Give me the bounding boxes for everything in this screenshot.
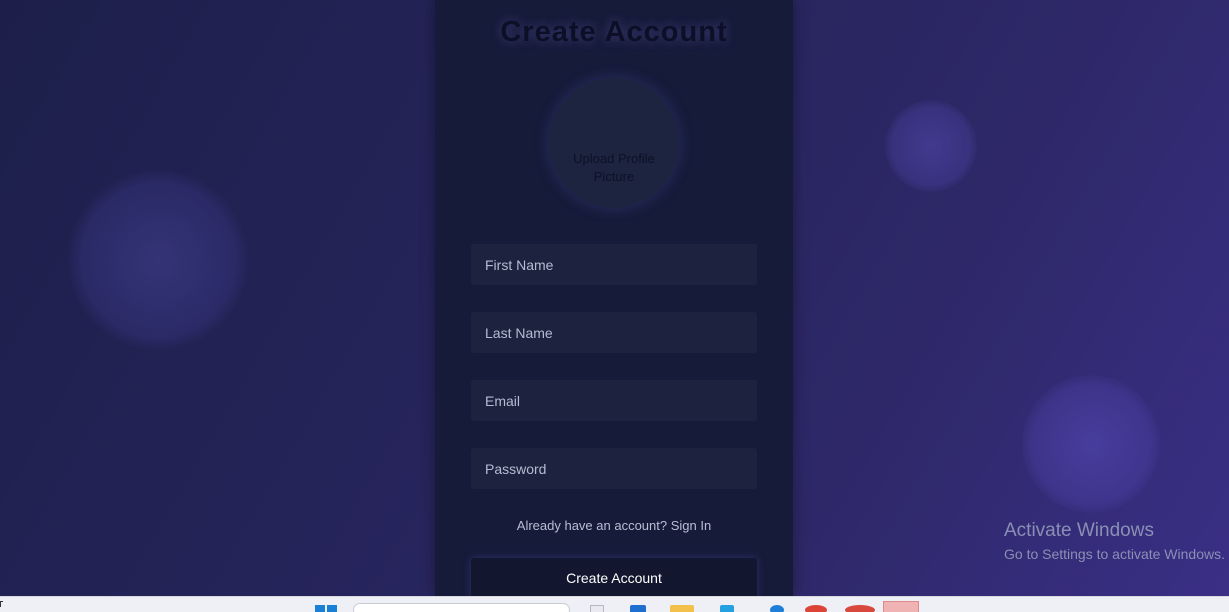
- file-explorer-icon[interactable]: [590, 605, 604, 612]
- signin-prompt-text: Already have an account?: [516, 518, 668, 533]
- create-account-button[interactable]: Create Account: [471, 558, 757, 598]
- email-input[interactable]: [471, 380, 757, 421]
- upload-label-line2: Picture: [593, 169, 635, 184]
- watermark-subtitle: Go to Settings to activate Windows.: [1004, 546, 1225, 562]
- background-orb: [885, 100, 977, 192]
- active-app-icon[interactable]: [883, 601, 919, 612]
- windows-start-icon[interactable]: [315, 605, 337, 612]
- taskbar-edge-icon: [0, 601, 3, 607]
- windows-activation-watermark: Activate Windows Go to Settings to activ…: [1004, 520, 1225, 564]
- taskbar: [0, 596, 1229, 612]
- watermark-title: Activate Windows: [1004, 520, 1154, 541]
- store-icon[interactable]: [720, 605, 734, 612]
- background-orb: [68, 170, 248, 350]
- last-name-input[interactable]: [471, 312, 757, 353]
- edge-icon[interactable]: [770, 605, 784, 612]
- upload-label-line1: Upload Profile: [573, 151, 655, 166]
- taskbar-search-box[interactable]: [353, 603, 570, 612]
- folder-icon[interactable]: [670, 605, 694, 612]
- password-input[interactable]: [471, 448, 757, 489]
- signin-link[interactable]: Sign In: [671, 518, 711, 533]
- signin-prompt: Already have an account? Sign In: [435, 518, 793, 533]
- profile-picture-upload[interactable]: Upload Profile Picture: [549, 78, 679, 208]
- outlook-icon[interactable]: [630, 605, 646, 612]
- first-name-input[interactable]: [471, 244, 757, 285]
- chrome-icon[interactable]: [805, 605, 827, 612]
- signup-panel: Create Account Upload Profile Picture Al…: [435, 0, 793, 598]
- chrome-profile-icon[interactable]: [845, 605, 875, 612]
- background-orb: [1022, 375, 1160, 513]
- page-title: Create Account: [500, 16, 728, 48]
